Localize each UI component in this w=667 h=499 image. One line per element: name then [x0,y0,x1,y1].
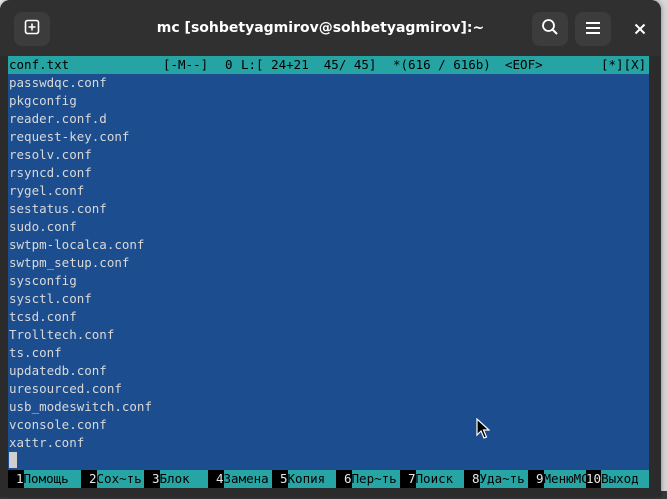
fkey-copy[interactable]: 5 Копия [272,470,336,488]
status-line-info: L:[ 24+21 45/ 45] [241,57,377,72]
text-line: updatedb.conf [9,363,107,378]
text-line: sysctl.conf [9,291,92,306]
status-position: *(616 / 616b) [393,57,491,72]
fkey-label: Помощь [23,470,81,488]
close-icon [634,20,646,39]
status-flags: [*][X] [601,57,647,72]
text-line: usb_modeswitch.conf [9,399,152,414]
fkey-help[interactable]: 1 Помощь [8,470,81,488]
fkey-label: Поиск [415,470,464,488]
terminal-window: mc [sohbetyagmirov@sohbetyagmirov]:~ con… [0,0,661,497]
text-line: pkgconfig [9,93,77,108]
text-line: rygel.conf [9,183,85,198]
fkey-label: Копия [287,470,336,488]
fkey-label: Уда~ть [479,470,528,488]
fkey-move[interactable]: 6 Пер~ть [336,470,400,488]
text-line: Trolltech.conf [9,327,115,342]
fkey-label: Выход [601,470,649,488]
fkey-number: 8 [472,471,480,486]
fkey-number: 5 [280,471,288,486]
fkey-search[interactable]: 7 Поиск [400,470,464,488]
new-tab-icon [24,19,40,39]
function-key-bar: 1 Помощь 2 Сох~ть 3 Блок 4 Замена 5 Копи… [8,470,649,488]
fkey-label: Блок [159,470,208,488]
text-line: tcsd.conf [9,309,77,324]
status-column: 0 [225,57,233,72]
search-button[interactable] [532,12,568,46]
mcedit-terminal[interactable]: conf.txt [-M--] 0 L:[ 24+21 45/ 45] *(61… [8,56,649,488]
text-line: ts.conf [9,345,62,360]
mouse-pointer-icon [476,417,491,444]
text-line: rsyncd.conf [9,165,92,180]
fkey-menu[interactable]: 9 МенюMC [528,470,586,488]
status-mode: [-M--] [163,57,209,72]
status-eof: <EOF> [505,57,543,72]
fkey-number: 1 [16,471,24,486]
text-line: sysconfig [9,273,77,288]
text-line: sudo.conf [9,219,77,234]
text-line: xattr.conf [9,435,85,450]
fkey-save[interactable]: 2 Сох~ть [81,470,144,488]
fkey-number: 3 [152,471,160,486]
hamburger-menu-icon [585,20,601,39]
text-line: swtpm-localca.conf [9,237,145,252]
text-line: passwdqc.conf [9,75,107,90]
fkey-number: 4 [216,471,224,486]
editor-text-area[interactable]: passwdqc.conf pkgconfig reader.conf.d re… [9,74,649,452]
fkey-label: Пер~ть [351,470,400,488]
text-line: request-key.conf [9,129,130,144]
fkey-number: 7 [408,471,416,486]
text-line: swtpm_setup.conf [9,255,130,270]
text-line: uresourced.conf [9,381,122,396]
window-title: mc [sohbetyagmirov@sohbetyagmirov]:~ [156,20,485,36]
fkey-label: МенюMC [543,470,586,488]
fkey-number: 2 [89,471,97,486]
text-line: vconsole.conf [9,417,107,432]
close-button[interactable] [622,12,658,46]
new-tab-button[interactable] [14,12,50,46]
fkey-replace[interactable]: 4 Замена [208,470,272,488]
fkey-number: 6 [344,471,352,486]
fkey-delete[interactable]: 8 Уда~ть [464,470,528,488]
menu-button[interactable] [575,12,611,46]
text-line: resolv.conf [9,147,92,162]
editor-status-bar: conf.txt [-M--] 0 L:[ 24+21 45/ 45] *(61… [8,56,649,74]
text-line: reader.conf.d [9,111,107,126]
text-cursor [9,452,17,468]
fkey-number: 9 [536,471,544,486]
fkey-label: Сох~ть [96,470,144,488]
fkey-exit[interactable]: 10 Выход [586,470,649,488]
fkey-number: 10 [586,471,602,486]
fkey-block[interactable]: 3 Блок [144,470,208,488]
text-line: sestatus.conf [9,201,107,216]
fkey-label: Замена [223,470,272,488]
search-icon [541,18,559,40]
status-filename: conf.txt [9,57,70,72]
title-bar: mc [sohbetyagmirov@sohbetyagmirov]:~ [0,0,661,56]
